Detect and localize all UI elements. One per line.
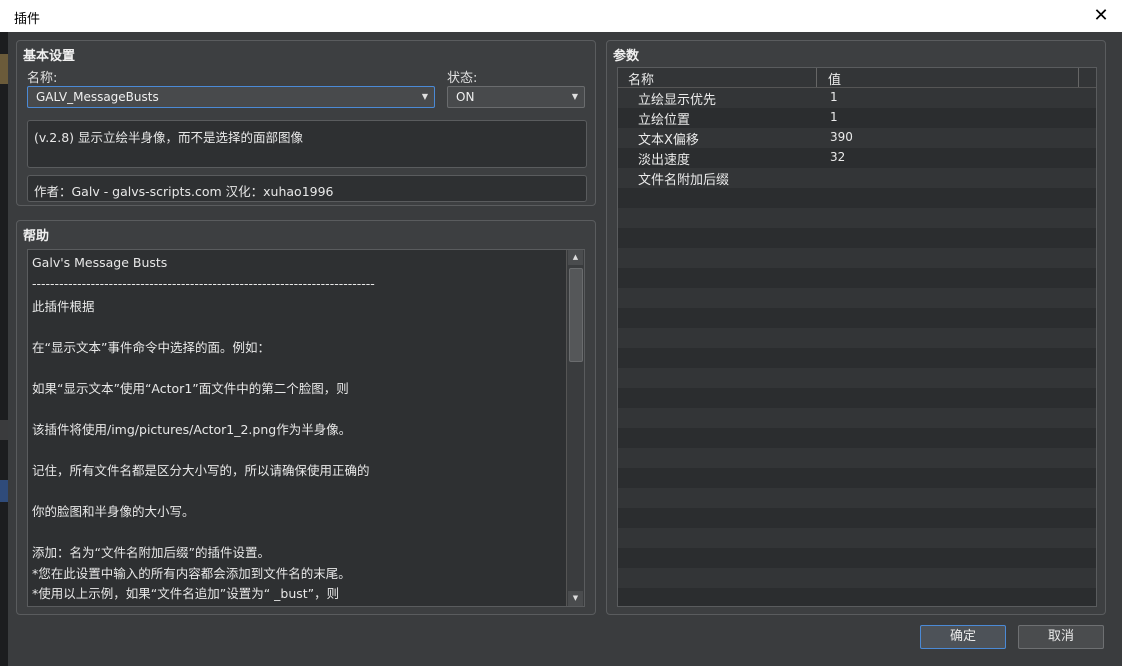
empty-row: [618, 368, 1096, 388]
name-label: 名称:: [27, 71, 58, 86]
empty-row: [618, 448, 1096, 468]
empty-row: [618, 568, 1096, 588]
parameter-name: 淡出速度: [638, 153, 691, 168]
parameter-value: 32: [830, 150, 846, 164]
parameter-row[interactable]: 文件名附加后缀: [618, 168, 1096, 188]
help-text-area[interactable]: Galv's Message Busts --------------------…: [27, 249, 585, 607]
help-line: *您在此设置中输入的所有内容都会添加到文件名的末尾。: [32, 565, 351, 581]
table-header: 名称 值: [618, 68, 1096, 88]
parameter-value: 1: [830, 90, 838, 104]
empty-row: [618, 268, 1096, 288]
parameter-name: 文件名附加后缀: [638, 173, 730, 188]
basic-settings-group: 基本设置 名称: GALV_MessageBusts ▼ 状态: ON ▼ (v…: [16, 40, 596, 206]
background-strip: [0, 32, 8, 666]
author-text: 作者：Galv - galvs-scripts.com 汉化：xuhao1996: [34, 184, 334, 199]
help-line: 如果“显示文本”使用“Actor1”面文件中的第二个脸图，则: [32, 381, 349, 396]
empty-row: [618, 548, 1096, 568]
column-divider: [816, 68, 817, 87]
status-select[interactable]: ON ▼: [447, 86, 585, 108]
parameter-row[interactable]: 淡出速度 32: [618, 148, 1096, 168]
parameters-table[interactable]: 名称 值 立绘显示优先 1 立绘位置 1 文本X偏移 390 淡出速度 32 文件名附加后缀: [617, 67, 1097, 607]
help-group: 帮助 Galv's Message Busts -----------------…: [16, 220, 596, 615]
empty-row: [618, 228, 1096, 248]
plugin-name-value: GALV_MessageBusts: [36, 90, 159, 104]
empty-row: [618, 428, 1096, 448]
help-line: 此插件根据: [32, 299, 95, 314]
parameter-row[interactable]: 立绘位置 1: [618, 108, 1096, 128]
author-box: 作者：Galv - galvs-scripts.com 汉化：xuhao1996: [27, 175, 587, 202]
empty-row: [618, 288, 1096, 308]
close-icon[interactable]: ✕: [1086, 2, 1116, 30]
ok-button[interactable]: 确定: [920, 625, 1006, 649]
chevron-down-icon: ▼: [421, 92, 428, 101]
chevron-down-icon: ▼: [571, 92, 578, 101]
help-title: 帮助: [23, 229, 50, 244]
description-text: (v.2.8) 显示立绘半身像，而不是选择的面部图像: [34, 130, 304, 145]
column-divider: [1078, 68, 1079, 87]
parameter-value: 1: [830, 110, 838, 124]
help-line: 在“显示文本”事件命令中选择的面。例如：: [32, 340, 270, 355]
status-value: ON: [456, 90, 475, 104]
plugin-dialog: 基本设置 名称: GALV_MessageBusts ▼ 状态: ON ▼ (v…: [8, 32, 1122, 666]
empty-row: [618, 348, 1096, 368]
empty-row: [618, 208, 1096, 228]
empty-row: [618, 488, 1096, 508]
empty-row: [618, 408, 1096, 428]
empty-row: [618, 468, 1096, 488]
empty-row: [618, 588, 1096, 606]
parameters-title: 参数: [613, 49, 640, 64]
background-fragment: [0, 420, 8, 440]
help-line: ----------------------------------------…: [32, 275, 375, 291]
parameter-row[interactable]: 立绘显示优先 1: [618, 88, 1096, 108]
help-scrollbar[interactable]: ▲ ▼: [566, 250, 584, 606]
parameter-row[interactable]: 文本X偏移 390: [618, 128, 1096, 148]
title-bar: 插件 ✕: [0, 0, 1122, 33]
scroll-up-icon[interactable]: ▲: [568, 250, 583, 265]
description-box: (v.2.8) 显示立绘半身像，而不是选择的面部图像: [27, 120, 587, 168]
status-label: 状态:: [447, 71, 478, 86]
scroll-down-icon[interactable]: ▼: [568, 591, 583, 606]
column-header-name[interactable]: 名称: [628, 69, 654, 88]
parameter-value: 390: [830, 130, 853, 144]
help-line: 该插件将使用/img/pictures/Actor1_2.png作为半身像。: [32, 422, 352, 437]
help-line: 添加：名为“文件名附加后缀”的插件设置。: [32, 545, 270, 560]
window-title: 插件: [14, 12, 41, 27]
parameter-name: 立绘位置: [638, 113, 691, 128]
plugin-name-select[interactable]: GALV_MessageBusts ▼: [27, 86, 435, 108]
parameter-name: 文本X偏移: [638, 133, 699, 148]
empty-row: [618, 528, 1096, 548]
help-line: *使用以上示例，如果“文件名追加”设置为“ _bust”，则: [32, 586, 340, 601]
parameter-name: 立绘显示优先: [638, 93, 717, 108]
empty-row: [618, 308, 1096, 328]
cancel-button[interactable]: 取消: [1018, 625, 1104, 649]
empty-row: [618, 388, 1096, 408]
empty-row: [618, 328, 1096, 348]
column-header-value[interactable]: 值: [828, 69, 841, 88]
empty-row: [618, 508, 1096, 528]
empty-row: [618, 248, 1096, 268]
help-line: 你的脸图和半身像的大小写。: [32, 504, 195, 519]
background-fragment: [0, 54, 8, 84]
help-line: 记住，所有文件名都是区分大小写的，所以请确保使用正确的: [32, 463, 370, 478]
help-line: Galv's Message Busts: [32, 255, 168, 270]
parameters-group: 参数 名称 值 立绘显示优先 1 立绘位置 1 文本X偏移 390 淡出速度 32 文件名附加后…: [606, 40, 1106, 615]
empty-row: [618, 188, 1096, 208]
basic-settings-title: 基本设置: [23, 49, 76, 64]
scroll-thumb[interactable]: [569, 268, 583, 362]
background-fragment: [0, 480, 8, 502]
